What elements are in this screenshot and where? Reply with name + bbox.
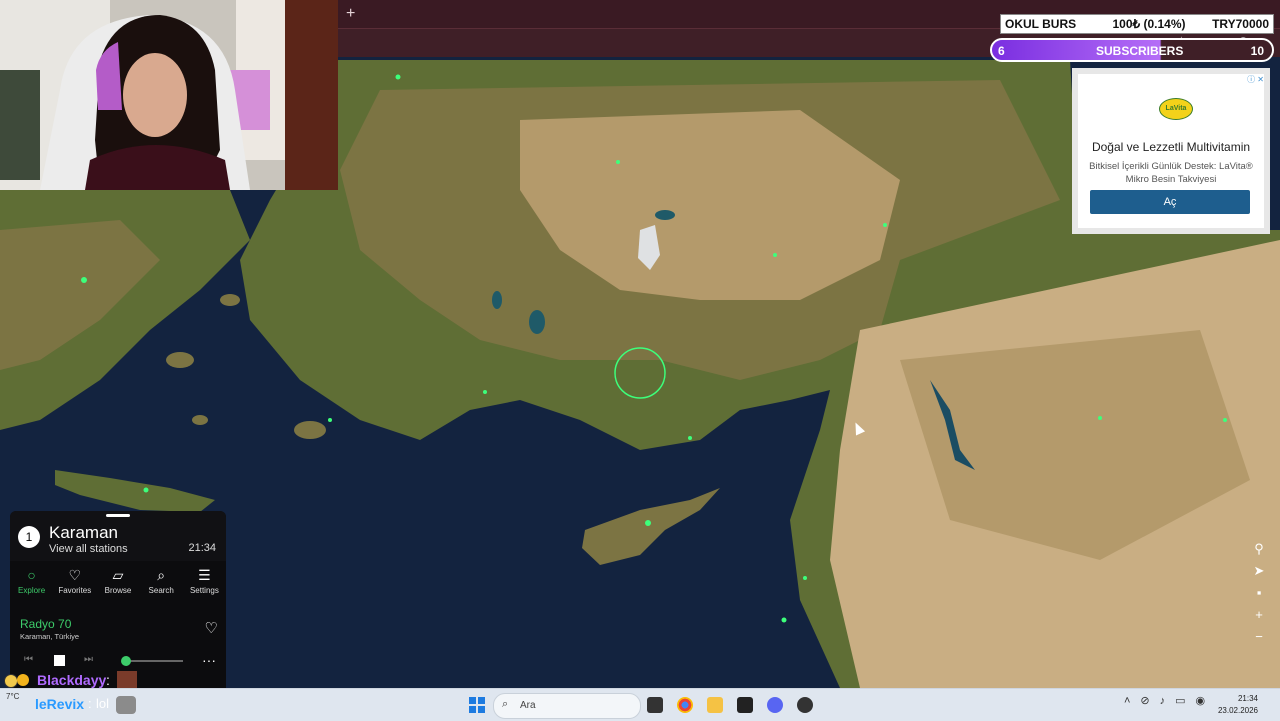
sub-target: 10 bbox=[1250, 44, 1264, 58]
station-location: Karaman, Türkiye bbox=[20, 632, 80, 641]
heart-icon: ♡ bbox=[68, 567, 82, 583]
tab-label: Browse bbox=[104, 586, 132, 595]
sub-label: SUBSCRIBERS bbox=[1096, 44, 1184, 58]
donation-ticker: OKUL BURS 100₺ (0.14%) TRY70000 bbox=[1000, 14, 1274, 34]
stop-button[interactable] bbox=[54, 655, 65, 666]
station-name[interactable]: Radyo 70 bbox=[20, 617, 71, 631]
tab-search[interactable]: ⌕ Search bbox=[140, 565, 183, 601]
new-tab-button[interactable]: + bbox=[346, 5, 355, 23]
drag-handle[interactable] bbox=[106, 514, 130, 517]
explore-icon: ○ bbox=[27, 567, 36, 583]
map-icon: ▱ bbox=[112, 567, 124, 583]
tab-label: Favorites bbox=[58, 586, 92, 595]
clock-time: 21:34 bbox=[1237, 694, 1258, 703]
view-all-stations-link[interactable]: View all stations bbox=[49, 543, 128, 555]
next-icon[interactable]: ⏭ bbox=[84, 654, 93, 665]
lock-icon[interactable]: ▪ bbox=[1252, 582, 1266, 604]
radio-panel: 1 Karaman View all stations 21:34 ○ Expl… bbox=[10, 511, 226, 688]
chat-emote-icon bbox=[117, 671, 137, 689]
tab-settings[interactable]: ☰ Settings bbox=[183, 565, 226, 601]
favorite-heart-icon[interactable]: ♡ bbox=[205, 619, 218, 637]
weather-widget[interactable]: 7°C bbox=[6, 692, 19, 701]
task-view-icon[interactable] bbox=[647, 697, 663, 713]
ticker-value: 100₺ (0.14%) bbox=[1112, 17, 1186, 31]
menu-icon: ☰ bbox=[198, 567, 211, 583]
chat-separator: : bbox=[106, 672, 110, 688]
chat-message: lol bbox=[96, 696, 110, 711]
tab-label: Explore bbox=[18, 586, 46, 595]
chat-username: leRevix bbox=[35, 696, 85, 712]
taskbar-search[interactable]: ⌕ Ara bbox=[493, 693, 641, 719]
chat-emote-icon bbox=[116, 696, 136, 714]
ad-logo: LaVita bbox=[1159, 98, 1193, 120]
clock-date: 23.02.2026 bbox=[1217, 706, 1258, 715]
ticker-goal: TRY70000 bbox=[1212, 17, 1269, 31]
ad-description: Bitkisel İçerikli Günlük Destek: LaVita®… bbox=[1089, 161, 1253, 185]
ad-title[interactable]: Doğal ve Lezzetli Multivitamin bbox=[1078, 140, 1264, 154]
more-options-button[interactable]: ··· bbox=[202, 652, 216, 668]
terminal-icon[interactable] bbox=[737, 697, 753, 713]
search-placeholder: Ara bbox=[520, 700, 536, 711]
tab-favorites[interactable]: ♡ Favorites bbox=[53, 565, 96, 601]
file-explorer-icon[interactable] bbox=[707, 697, 723, 713]
previous-icon[interactable]: ⏮ bbox=[24, 654, 33, 665]
zoom-in-button[interactable]: + bbox=[1252, 604, 1266, 626]
webcam-overlay bbox=[0, 0, 338, 190]
tab-label: Settings bbox=[189, 586, 219, 595]
map-controls[interactable]: ⚲ ➤ ▪ + − bbox=[1252, 538, 1266, 648]
sub-current: 6 bbox=[998, 44, 1005, 58]
windows-taskbar: 7°C leRevix : lol ⌕ Ara ˄⊘♪▭◉ 21:34 23.0… bbox=[0, 688, 1280, 721]
volume-knob[interactable] bbox=[121, 656, 131, 666]
chrome-icon[interactable] bbox=[677, 697, 693, 713]
system-tray[interactable]: ˄⊘♪▭◉ bbox=[1124, 694, 1215, 707]
search-icon: ⌕ bbox=[157, 567, 166, 583]
subscriber-goal-bar: 6 SUBSCRIBERS 10 bbox=[990, 38, 1274, 62]
chat-separator: : bbox=[88, 696, 92, 711]
radio-nav: ○ Explore ♡ Favorites ▱ Browse ⌕ Search … bbox=[10, 565, 226, 601]
chat-badge-icon bbox=[17, 674, 29, 686]
obs-icon[interactable] bbox=[797, 697, 813, 713]
city-name: Karaman bbox=[49, 523, 118, 542]
ad-open-button[interactable]: Aç bbox=[1090, 190, 1250, 214]
chat-username: Blackdayy bbox=[37, 672, 107, 688]
search-icon: ⌕ bbox=[502, 698, 509, 710]
ticker-label: OKUL BURS bbox=[1005, 17, 1077, 31]
pin-icon[interactable]: ⚲ bbox=[1252, 538, 1266, 560]
discord-icon[interactable] bbox=[767, 697, 783, 713]
player-controls: ⏮ ⏭ ··· bbox=[10, 651, 226, 671]
local-time: 21:34 bbox=[188, 542, 216, 554]
tab-browse[interactable]: ▱ Browse bbox=[96, 565, 139, 601]
advertisement[interactable]: ⓘ ✕ LaVita Doğal ve Lezzetli Multivitami… bbox=[1072, 68, 1270, 234]
volume-slider[interactable] bbox=[126, 660, 183, 662]
station-count-badge: 1 bbox=[18, 526, 40, 548]
adchoices-icon[interactable]: ⓘ ✕ bbox=[1247, 74, 1264, 85]
location-header[interactable]: 1 Karaman View all stations 21:34 bbox=[10, 511, 226, 561]
chat-badge-icon bbox=[4, 674, 18, 688]
start-button[interactable] bbox=[469, 697, 485, 713]
tab-label: Search bbox=[148, 586, 174, 595]
zoom-out-button[interactable]: − bbox=[1252, 626, 1266, 648]
clock[interactable]: 21:34 23.02.2026 bbox=[1218, 693, 1258, 717]
locate-icon[interactable]: ➤ bbox=[1252, 560, 1266, 582]
tab-explore[interactable]: ○ Explore bbox=[10, 565, 53, 601]
